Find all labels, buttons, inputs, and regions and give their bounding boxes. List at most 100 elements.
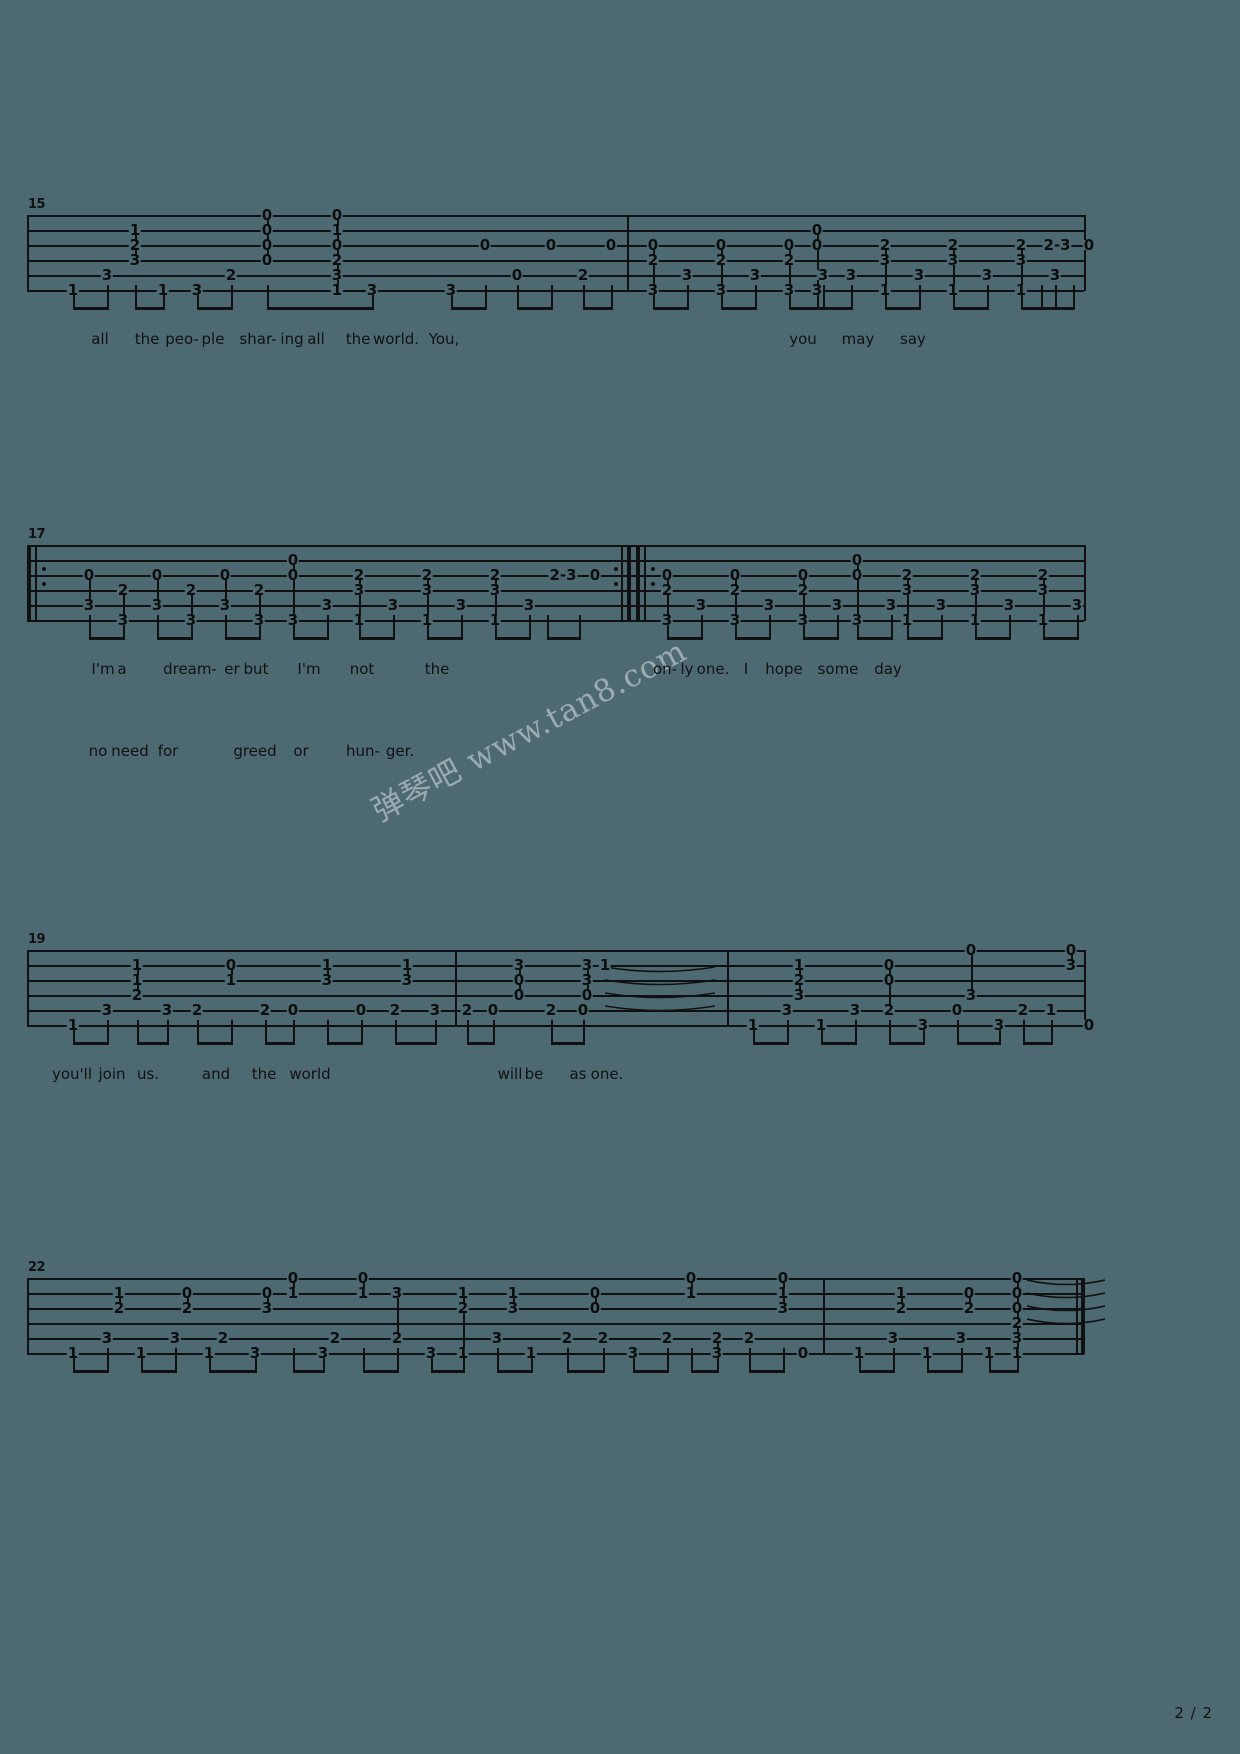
fret-number[interactable]: 2 [560,1331,574,1346]
fret-number[interactable]: 1 [112,1286,126,1301]
fret-number[interactable]: 1 [1014,283,1028,298]
fret-number[interactable]: 3 [184,613,198,628]
fret-number[interactable]: 2 [224,268,238,283]
fret-number[interactable]: 1 [920,1346,934,1361]
fret-number[interactable]: 3 [810,283,824,298]
fret-number[interactable]: 1 [878,283,892,298]
fret-number[interactable]: 1 [776,1286,790,1301]
fret-number[interactable]: 1 [894,1286,908,1301]
fret-number[interactable]: 3 [100,268,114,283]
fret-number[interactable]: 3 [428,1003,442,1018]
fret-number[interactable]: 3 [762,598,776,613]
fret-number[interactable]: 3 [626,1346,640,1361]
fret-number[interactable]: 3 [424,1346,438,1361]
fret-number[interactable]: 0 [510,268,524,283]
fret-number[interactable]: 1 [286,1286,300,1301]
fret-number[interactable]: 0 [604,238,618,253]
fret-number[interactable]: 3 [386,598,400,613]
fret-number[interactable]: 3 [1048,268,1062,283]
fret-number[interactable]: 2 [456,1301,470,1316]
fret-number[interactable]: 0 [580,988,594,1003]
fret-number[interactable]: 1 [900,613,914,628]
fret-number[interactable]: 2 [184,583,198,598]
fret-number[interactable]: 3 [168,1331,182,1346]
fret-number[interactable]: 3 [728,613,742,628]
fret-number[interactable]: 3 [320,973,334,988]
fret-number[interactable]: 0 [218,568,232,583]
fret-number[interactable]: 0 [260,208,274,223]
fret-number[interactable]: 1 [202,1346,216,1361]
fret-number[interactable]: 3 [490,1331,504,1346]
fret-number[interactable]: 1 [968,613,982,628]
fret-number[interactable]: 3 [1010,1331,1024,1346]
fret-number[interactable]: 1 [320,958,334,973]
fret-number[interactable]: 0 [728,568,742,583]
fret-number[interactable]: 0 [260,1286,274,1301]
fret-number[interactable]: 2 [900,568,914,583]
fret-number[interactable]: 3 [506,1301,520,1316]
fret-number[interactable]: 3 [365,283,379,298]
fret-number[interactable]: 3 [830,598,844,613]
fret-number[interactable]: 2 [1036,568,1050,583]
fret-number[interactable]: 3 [82,598,96,613]
fret-number[interactable]: 2 [710,1331,724,1346]
fret-number[interactable]: 1 [330,283,344,298]
fret-number[interactable]: 0 [544,238,558,253]
fret-number[interactable]: 0 [588,1286,602,1301]
fret-number[interactable]: 2 [130,988,144,1003]
fret-number[interactable]: 1 [352,613,366,628]
fret-number[interactable]: 1 [852,1346,866,1361]
fret-number[interactable]: 1 [684,1286,698,1301]
fret-number[interactable]: 3 [850,613,864,628]
fret-number[interactable]: 0 [810,223,824,238]
fret-number[interactable]: 1 [982,1346,996,1361]
fret-number[interactable]: 0 [714,238,728,253]
fret-number[interactable]: 0 [150,568,164,583]
fret-number[interactable]: 2 [1016,1003,1030,1018]
fret-number[interactable]: 3 [522,598,536,613]
fret-number[interactable]: 1 [524,1346,538,1361]
fret-number[interactable]: 3 [900,583,914,598]
fret-number[interactable]: 3 [488,583,502,598]
fret-number[interactable]: 3 [660,613,674,628]
fret-number[interactable]: 2 [352,568,366,583]
fret-number[interactable]: 0 [588,568,602,583]
fret-number[interactable]: 0 [1064,943,1078,958]
fret-number[interactable]: 3 [128,253,142,268]
fret-number[interactable]: 1 [128,223,142,238]
fret-number[interactable]: 3 [218,598,232,613]
fret-number[interactable]: 0 [330,238,344,253]
fret-number[interactable]: 0 [882,958,896,973]
fret-number[interactable]: 2 [968,568,982,583]
fret-number[interactable]: 3 [190,283,204,298]
fret-number[interactable]: 1 [224,973,238,988]
fret-number[interactable]: 3 [320,598,334,613]
fret-number[interactable]: 3 [968,583,982,598]
fret-number[interactable]: 3 [954,1331,968,1346]
fret-number[interactable]: 1 [792,958,806,973]
fret-number[interactable]: 2 [252,583,266,598]
fret-number[interactable]: 3 [400,973,414,988]
fret-number[interactable]: 0 [850,568,864,583]
fret-number[interactable]: 0 [776,1271,790,1286]
fret-number[interactable]: 0 [286,553,300,568]
fret-number[interactable]: 1 [400,958,414,973]
fret-number[interactable]: 3 [694,598,708,613]
fret-number[interactable]: 0 [286,1003,300,1018]
fret-number[interactable]: 3 [454,598,468,613]
fret-number[interactable]: 1 [66,1346,80,1361]
fret-number[interactable]: 3 [580,958,594,973]
fret-number[interactable]: 0 [1010,1286,1024,1301]
fret-number[interactable]: 0 [588,1301,602,1316]
fret-number[interactable]: 0 [1010,1301,1024,1316]
fret-number[interactable]: 2 [742,1331,756,1346]
fret-number[interactable]: 3 [116,613,130,628]
fret-number[interactable]: 2 [1014,238,1028,253]
fret-number[interactable]: 2 [258,1003,272,1018]
fret-number[interactable]: 2 [878,238,892,253]
fret-number[interactable]: 0 [286,568,300,583]
fret-number[interactable]: 2 [660,1331,674,1346]
fret-number[interactable]: 3 [848,1003,862,1018]
fret-number[interactable]: 0 [512,988,526,1003]
fret-number[interactable]: 3 [780,1003,794,1018]
